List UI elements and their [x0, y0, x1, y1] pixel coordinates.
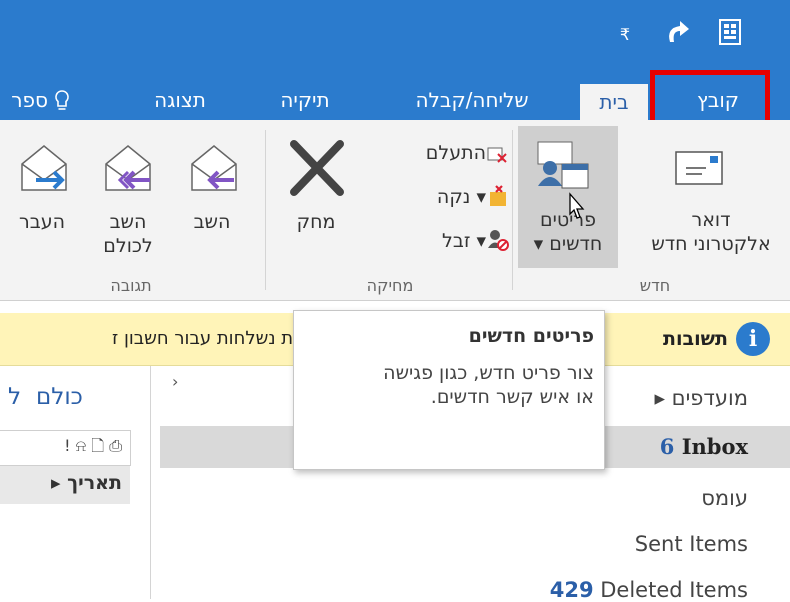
- lightbulb-icon: [52, 88, 72, 114]
- forward-button[interactable]: העבר: [4, 210, 80, 234]
- filter-all-tab[interactable]: כולם: [36, 384, 83, 410]
- forward-icon: [16, 140, 72, 196]
- info-bar-message: ות נשלחות עבור חשבון ז: [111, 328, 298, 349]
- chevron-down-icon: ▾: [533, 233, 544, 255]
- ignore-label: התעלם: [425, 142, 486, 164]
- new-email-label-2: אלקטרוני חדש: [651, 233, 771, 255]
- sort-date: ▸ תאריך: [51, 472, 122, 494]
- group-respond-label: תגובה: [110, 276, 152, 295]
- junk-button[interactable]: זבל ▾: [368, 228, 486, 254]
- reply-button[interactable]: השב: [174, 210, 250, 234]
- group-delete-label: מחיקה: [366, 276, 414, 295]
- new-items-icon: [534, 138, 594, 194]
- ignore-icon: [486, 142, 508, 164]
- tab-home[interactable]: בית: [580, 84, 648, 122]
- folder-clutter[interactable]: עומס: [701, 486, 748, 510]
- tab-tell-me[interactable]: ספר: [0, 80, 48, 120]
- ignore-button[interactable]: התעלם: [368, 140, 486, 166]
- reply-icon: [186, 140, 242, 196]
- deleted-label: Deleted Items: [600, 578, 748, 602]
- new-items-label-2: חדשים: [549, 233, 603, 255]
- tooltip-body: צור פריט חדש, כגון פגישה או איש קשר חדשי…: [383, 362, 594, 408]
- favorites-label: ▸ מועדפים: [654, 386, 748, 410]
- ribbon-separator: [512, 130, 513, 290]
- favorites-header[interactable]: ▸ מועדפים: [654, 386, 748, 410]
- reply-all-label-2: לכולם: [103, 235, 153, 257]
- tooltip: פריטים חדשים צור פריט חדש, כגון פגישה או…: [293, 310, 605, 470]
- tab-folder-label: תיקיה: [280, 88, 330, 112]
- filter-all-label: כולם: [36, 384, 83, 410]
- reply-all-label-1: השב: [109, 211, 147, 233]
- folder-deleted[interactable]: 429 Deleted Items: [550, 578, 748, 602]
- tab-view-label: תצוגה: [154, 88, 206, 112]
- new-email-icon: [672, 146, 728, 192]
- reply-all-button[interactable]: השב לכולם: [88, 210, 168, 258]
- new-email-label-1: דואר: [691, 209, 731, 231]
- tab-tell-me-label: ספר: [11, 88, 48, 112]
- touch-mode-icon[interactable]: [714, 14, 748, 52]
- tab-folder[interactable]: תיקיה: [270, 80, 340, 120]
- delete-label: מחק: [296, 211, 336, 233]
- junk-label: זבל: [442, 230, 471, 252]
- new-email-button[interactable]: דואר אלקטרוני חדש: [632, 208, 790, 256]
- forward-label: העבר: [18, 211, 65, 233]
- clean-up-label: נקה: [436, 186, 471, 208]
- delete-icon: [286, 138, 348, 198]
- tooltip-title: פריטים חדשים: [468, 325, 594, 347]
- junk-icon: [486, 228, 510, 252]
- delete-button[interactable]: מחק: [276, 210, 356, 234]
- filter-unread-tab[interactable]: ל: [8, 384, 21, 410]
- mouse-pointer-icon: [562, 192, 586, 226]
- column-header-icons: ! ⍾ 🗋 ⎙: [64, 436, 122, 455]
- mail-list-header[interactable]: ! ⍾ 🗋 ⎙: [0, 430, 131, 466]
- group-new-label: חדש: [639, 276, 671, 295]
- tab-send-receive[interactable]: שליחה/קבלה: [392, 80, 552, 120]
- collapse-pane-icon[interactable]: ›: [172, 372, 178, 391]
- folder-sent[interactable]: Sent Items: [635, 532, 748, 556]
- clean-up-button[interactable]: נקה ▾: [368, 184, 486, 210]
- ribbon-separator: [265, 130, 266, 290]
- inbox-unread-count: 6: [659, 434, 675, 459]
- sort-row[interactable]: ▸ תאריך: [0, 466, 130, 504]
- sent-label: Sent Items: [634, 532, 748, 556]
- pane-divider: [150, 366, 151, 599]
- sort-date-label: תאריך: [67, 472, 122, 494]
- clutter-label: עומס: [701, 486, 748, 510]
- deleted-count: 429: [549, 578, 594, 602]
- tab-view[interactable]: תצוגה: [140, 80, 220, 120]
- tab-send-receive-label: שליחה/קבלה: [415, 88, 529, 112]
- info-icon: i: [736, 322, 770, 356]
- new-items-label-2-row: ▾ חדשים: [518, 232, 618, 256]
- customize-qat-icon[interactable]: ₹: [614, 18, 636, 52]
- clean-up-icon: [486, 184, 510, 208]
- folder-inbox-label: 6 Inbox: [660, 434, 748, 459]
- info-bar-title: תשובות: [663, 328, 728, 350]
- redo-icon[interactable]: [660, 14, 694, 52]
- filter-unread-label: ל: [8, 384, 22, 410]
- tab-home-label: בית: [599, 90, 629, 114]
- reply-all-icon: [100, 140, 156, 196]
- inbox-name: Inbox: [681, 434, 748, 459]
- reply-label: השב: [193, 211, 231, 233]
